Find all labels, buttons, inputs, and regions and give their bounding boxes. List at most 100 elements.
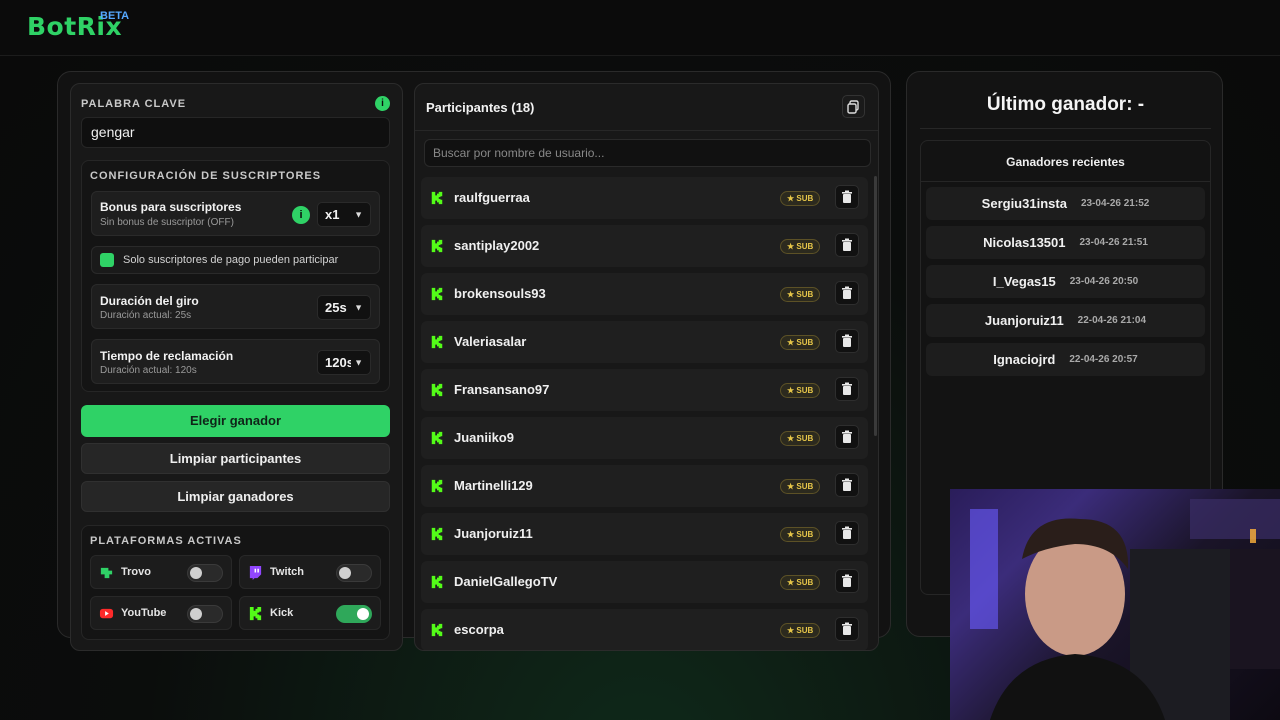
- twitch-toggle[interactable]: [336, 564, 372, 582]
- beta-tag: BETA: [100, 10, 130, 22]
- participant-row[interactable]: escorpa ★ SUB: [421, 609, 868, 650]
- sub-badge-label: SUB: [796, 530, 814, 539]
- kick-icon: [431, 383, 443, 397]
- kick-icon: [431, 431, 443, 445]
- participant-row[interactable]: Juanjoruiz11 ★ SUB: [421, 513, 868, 555]
- scrollbar[interactable]: [874, 176, 877, 436]
- copy-icon: [847, 100, 859, 114]
- delete-button[interactable]: [835, 281, 859, 305]
- platforms-label: PLATAFORMAS ACTIVAS: [90, 535, 242, 547]
- info-icon[interactable]: i: [292, 206, 310, 224]
- trash-icon: [842, 574, 852, 587]
- toggle-knob: [339, 567, 351, 579]
- sub-badge: ★ SUB: [780, 335, 821, 350]
- participant-row[interactable]: Fransansano97 ★ SUB: [421, 369, 868, 411]
- delete-button[interactable]: [835, 185, 859, 209]
- clear-winners-button[interactable]: Limpiar ganadores: [81, 481, 390, 512]
- participant-row[interactable]: raulfguerraa ★ SUB: [421, 177, 868, 219]
- keyword-label: PALABRA CLAVE: [81, 98, 187, 110]
- only-subs-label: Solo suscriptores de pago pueden partici…: [123, 254, 339, 266]
- delete-button[interactable]: [835, 425, 859, 449]
- trash-icon: [842, 382, 852, 395]
- only-subs-checkbox[interactable]: [100, 253, 114, 267]
- spin-duration-select[interactable]: 25s ▼: [317, 295, 371, 320]
- participants-panel: Participantes (18) Buscar por nombre de …: [414, 83, 879, 651]
- bonus-subtitle: Sin bonus de suscriptor (OFF): [100, 217, 234, 228]
- winner-name: Nicolas13501: [983, 235, 1066, 250]
- kick-icon: [431, 479, 443, 493]
- kick-toggle[interactable]: [336, 605, 372, 623]
- winner-date: 22-04-26 20:57: [1069, 354, 1138, 365]
- copy-button[interactable]: [842, 95, 865, 118]
- info-icon[interactable]: i: [375, 96, 390, 111]
- sub-badge-label: SUB: [796, 434, 814, 443]
- delete-button[interactable]: [835, 617, 859, 641]
- sub-badge-label: SUB: [796, 386, 814, 395]
- platform-name: Trovo: [121, 566, 151, 578]
- delete-button[interactable]: [835, 521, 859, 545]
- participant-row[interactable]: DanielGallegoTV ★ SUB: [421, 561, 868, 603]
- top-bar: BotRix BETA: [0, 0, 1280, 56]
- winner-row: Nicolas13501 23-04-26 21:51: [926, 226, 1205, 259]
- winner-date: 22-04-26 21:04: [1077, 315, 1147, 326]
- trovo-toggle[interactable]: [187, 564, 223, 582]
- winner-name: Sergiu31insta: [981, 196, 1067, 211]
- sub-badge-label: SUB: [796, 194, 814, 203]
- participant-row[interactable]: santiplay2002 ★ SUB: [421, 225, 868, 267]
- sub-badge: ★ SUB: [780, 431, 821, 446]
- delete-button[interactable]: [835, 329, 859, 353]
- kick-icon: [431, 191, 443, 205]
- chevron-down-icon: ▼: [354, 357, 363, 367]
- sub-badge: ★ SUB: [780, 527, 821, 542]
- toggle-knob: [357, 608, 369, 620]
- participant-row[interactable]: Valeriasalar ★ SUB: [421, 321, 868, 363]
- participant-row[interactable]: brokensouls93 ★ SUB: [421, 273, 868, 315]
- only-subs-option[interactable]: Solo suscriptores de pago pueden partici…: [91, 246, 380, 274]
- participant-username: Fransansano97: [454, 382, 550, 397]
- keyword-input[interactable]: gengar: [81, 117, 390, 148]
- delete-button[interactable]: [835, 473, 859, 497]
- webcam-overlay: [950, 489, 1280, 720]
- delete-button[interactable]: [835, 377, 859, 401]
- sub-badge: ★ SUB: [780, 287, 821, 302]
- sub-config-label: CONFIGURACIÓN DE SUSCRIPTORES: [90, 170, 322, 182]
- sub-badge-label: SUB: [796, 626, 814, 635]
- sub-badge: ★ SUB: [780, 191, 821, 206]
- sub-badge: ★ SUB: [780, 479, 821, 494]
- bonus-multiplier-select[interactable]: x1 ▼: [317, 202, 371, 227]
- delete-button[interactable]: [835, 569, 859, 593]
- clear-participants-button[interactable]: Limpiar participantes: [81, 443, 390, 474]
- participant-username: Juanjoruiz11: [454, 526, 533, 541]
- sub-badge: ★ SUB: [780, 623, 821, 638]
- spin-duration-value: 25s: [325, 300, 347, 315]
- platform-youtube: YouTube: [90, 596, 232, 630]
- participant-search-input[interactable]: Buscar por nombre de usuario...: [424, 139, 871, 167]
- twitch-icon: [249, 565, 262, 580]
- participant-row[interactable]: Juaniiko9 ★ SUB: [421, 417, 868, 459]
- participant-row[interactable]: Martinelli129 ★ SUB: [421, 465, 868, 507]
- spin-duration-title: Duración del giro: [100, 294, 199, 308]
- participant-username: santiplay2002: [454, 238, 540, 253]
- youtube-toggle[interactable]: [187, 605, 223, 623]
- participants-title: Participantes (18): [426, 100, 535, 115]
- platform-name: Twitch: [270, 566, 305, 578]
- delete-button[interactable]: [835, 233, 859, 257]
- kick-icon: [431, 623, 443, 637]
- last-winner-title: Último ganador: -: [986, 94, 1145, 115]
- pick-winner-button[interactable]: Elegir ganador: [81, 405, 390, 437]
- platform-name: Kick: [270, 607, 294, 619]
- spin-duration-card: Duración del giro Duración actual: 25s 2…: [91, 284, 380, 329]
- claim-time-title: Tiempo de reclamación: [100, 349, 234, 363]
- winner-date: 23-04-26 21:52: [1080, 198, 1150, 209]
- chevron-down-icon: ▼: [354, 209, 363, 219]
- participant-username: DanielGallegoTV: [454, 574, 558, 589]
- youtube-icon: [99, 608, 114, 619]
- claim-time-select[interactable]: 120s ▼: [317, 350, 371, 375]
- toggle-knob: [190, 567, 202, 579]
- participant-username: Valeriasalar: [454, 334, 527, 349]
- kick-icon: [249, 606, 262, 621]
- trash-icon: [842, 238, 852, 251]
- trash-icon: [842, 334, 852, 347]
- winner-date: 23-04-26 21:51: [1079, 237, 1148, 248]
- sub-badge: ★ SUB: [780, 575, 821, 590]
